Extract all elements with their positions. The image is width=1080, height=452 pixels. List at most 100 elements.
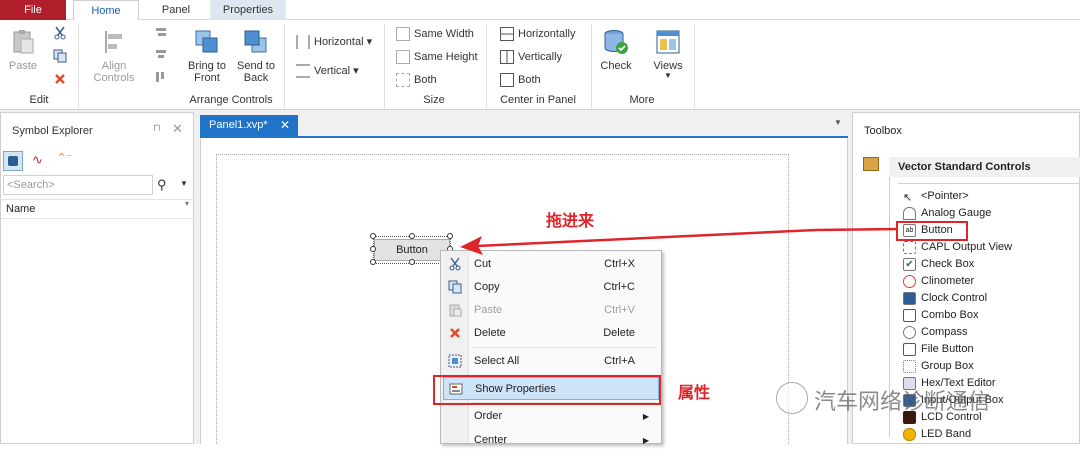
toolbox-item-label: Clock Control bbox=[921, 292, 988, 304]
signal-wave-icon[interactable]: ∿ bbox=[32, 152, 43, 168]
toolbox-divider bbox=[898, 183, 1080, 184]
toolbox-item-label: <Pointer> bbox=[921, 190, 969, 202]
same-height-icon bbox=[396, 50, 410, 65]
menu-item-cut[interactable]: Cut Ctrl+X bbox=[441, 253, 661, 276]
vertical-label: Vertical bbox=[314, 65, 351, 77]
group-label-center: Center in Panel bbox=[500, 94, 576, 106]
tab-home[interactable]: Home bbox=[73, 0, 139, 21]
document-tab-label: Panel1.xvp* bbox=[209, 119, 268, 131]
bring-to-front-button[interactable]: Bring to Front bbox=[184, 28, 230, 84]
center-vertically-icon bbox=[500, 50, 514, 65]
combo-box-icon bbox=[903, 309, 916, 322]
align-icon bbox=[105, 31, 122, 53]
menu-item-label: Cut bbox=[474, 258, 492, 270]
toolbox-item-label: Analog Gauge bbox=[921, 207, 992, 219]
same-height-button[interactable]: Same Height bbox=[396, 49, 478, 65]
bring-to-front-icon bbox=[195, 30, 218, 53]
ribbon-separator bbox=[284, 24, 285, 108]
submenu-arrow-icon: ▶ bbox=[642, 436, 649, 445]
center-vertically-label: Vertically bbox=[518, 51, 563, 63]
binoculars-icon[interactable]: ⚲ bbox=[157, 177, 167, 193]
menu-item-label: Center bbox=[474, 434, 508, 446]
resize-handle[interactable] bbox=[409, 233, 415, 239]
search-dropdown-icon[interactable]: ▼ bbox=[180, 179, 188, 188]
delete-icon[interactable] bbox=[53, 72, 67, 86]
compass-icon bbox=[903, 326, 916, 339]
menu-item-copy[interactable]: Copy Ctrl+C bbox=[441, 276, 661, 299]
symbol-explorer-title: Symbol Explorer bbox=[12, 125, 93, 137]
database-icon bbox=[8, 156, 18, 166]
same-width-button[interactable]: Same Width bbox=[396, 26, 474, 42]
menu-item-center[interactable]: Center ▶ bbox=[441, 429, 661, 452]
pin-icon[interactable]: ⊓ bbox=[153, 123, 161, 134]
menu-item-delete[interactable]: Delete Delete bbox=[441, 322, 661, 345]
toolbox-category-header[interactable]: Vector Standard Controls bbox=[889, 157, 1080, 177]
document-list-dropdown-icon[interactable]: ▼ bbox=[834, 118, 842, 127]
tab-file[interactable]: File bbox=[0, 0, 66, 20]
close-icon[interactable]: ✕ bbox=[172, 121, 183, 137]
clinometer-icon bbox=[903, 275, 916, 288]
toolbox-item-label: LED Band bbox=[921, 428, 972, 440]
resize-handle[interactable] bbox=[409, 259, 415, 265]
document-tab[interactable]: Panel1.xvp* ✕ bbox=[200, 115, 298, 136]
center-vertically-button[interactable]: Vertically bbox=[500, 49, 562, 65]
bring-label-1: Bring to bbox=[188, 60, 226, 72]
scissors-icon bbox=[449, 257, 461, 271]
check-button[interactable]: Check bbox=[598, 28, 634, 72]
check-label: Check bbox=[600, 60, 632, 72]
toolbox-item-label: Clinometer bbox=[921, 275, 975, 287]
same-width-label: Same Width bbox=[414, 28, 474, 40]
copy-icon[interactable] bbox=[53, 49, 67, 63]
column-menu-icon[interactable]: ▾ bbox=[185, 199, 189, 208]
group-label-arrange: Arrange Controls bbox=[189, 94, 273, 106]
delete-icon bbox=[450, 328, 460, 338]
center-both-button[interactable]: Both bbox=[500, 72, 541, 88]
resize-handle[interactable] bbox=[370, 233, 376, 239]
sort-icon[interactable]: ⌃⁻ bbox=[57, 151, 72, 164]
center-horizontally-button[interactable]: Horizontally bbox=[500, 26, 575, 42]
bring-label-2: Front bbox=[194, 72, 220, 84]
distribute-horizontal-button[interactable]: Horizontal ▾ bbox=[296, 34, 372, 50]
menu-item-select-all[interactable]: Select All Ctrl+A bbox=[441, 350, 661, 373]
toolbox-title: Toolbox bbox=[864, 125, 902, 137]
resize-handle[interactable] bbox=[370, 246, 376, 252]
views-button[interactable]: Views ▼ bbox=[648, 28, 688, 80]
select-all-icon bbox=[448, 354, 462, 368]
paste-icon bbox=[449, 304, 462, 317]
clock-icon bbox=[903, 292, 916, 305]
tab-properties[interactable]: Properties bbox=[210, 0, 286, 20]
send-label-1: Send to bbox=[237, 60, 275, 72]
same-size-both-button[interactable]: Both bbox=[396, 72, 437, 88]
annotation-properties: 属性 bbox=[678, 385, 711, 402]
ribbon-separator bbox=[384, 24, 385, 108]
column-header-name[interactable]: Name bbox=[1, 199, 193, 219]
menu-item-label: Copy bbox=[474, 281, 500, 293]
cut-icon[interactable] bbox=[53, 26, 67, 40]
align-controls-button[interactable]: Align Controls bbox=[86, 28, 142, 84]
context-menu: Cut Ctrl+X Copy Ctrl+C Paste Ctrl+V Delete D… bbox=[440, 250, 662, 446]
tab-panel[interactable]: Panel bbox=[143, 0, 209, 20]
resize-handle[interactable] bbox=[447, 233, 453, 239]
same-width-icon bbox=[396, 27, 410, 42]
ribbon-tab-bar: File Home Panel Properties bbox=[0, 0, 1080, 21]
menu-item-order[interactable]: Order ▶ bbox=[441, 405, 661, 428]
toolbox-category-icon[interactable] bbox=[863, 157, 879, 171]
menu-item-label: Delete bbox=[474, 327, 506, 339]
search-input[interactable]: <Search> bbox=[3, 175, 153, 195]
symbols-filter-button[interactable] bbox=[3, 151, 23, 171]
resize-handle[interactable] bbox=[370, 259, 376, 265]
paste-button[interactable]: Paste bbox=[6, 28, 40, 72]
menu-item-shortcut: Delete bbox=[603, 327, 635, 339]
same-size-both-label: Both bbox=[414, 74, 437, 86]
toolbox-item-label: Group Box bbox=[921, 360, 974, 372]
distribute-vertical-button[interactable]: Vertical ▾ bbox=[296, 63, 359, 79]
align-small-icons[interactable] bbox=[154, 26, 168, 88]
close-tab-icon[interactable]: ✕ bbox=[280, 115, 290, 136]
menu-item-shortcut: Ctrl+C bbox=[603, 281, 635, 293]
submenu-arrow-icon: ▶ bbox=[642, 412, 649, 421]
paste-icon bbox=[13, 30, 34, 54]
center-both-label: Both bbox=[518, 74, 541, 86]
menu-item-paste[interactable]: Paste Ctrl+V bbox=[441, 299, 661, 322]
send-to-back-button[interactable]: Send to Back bbox=[234, 28, 278, 84]
paste-label: Paste bbox=[8, 60, 38, 72]
